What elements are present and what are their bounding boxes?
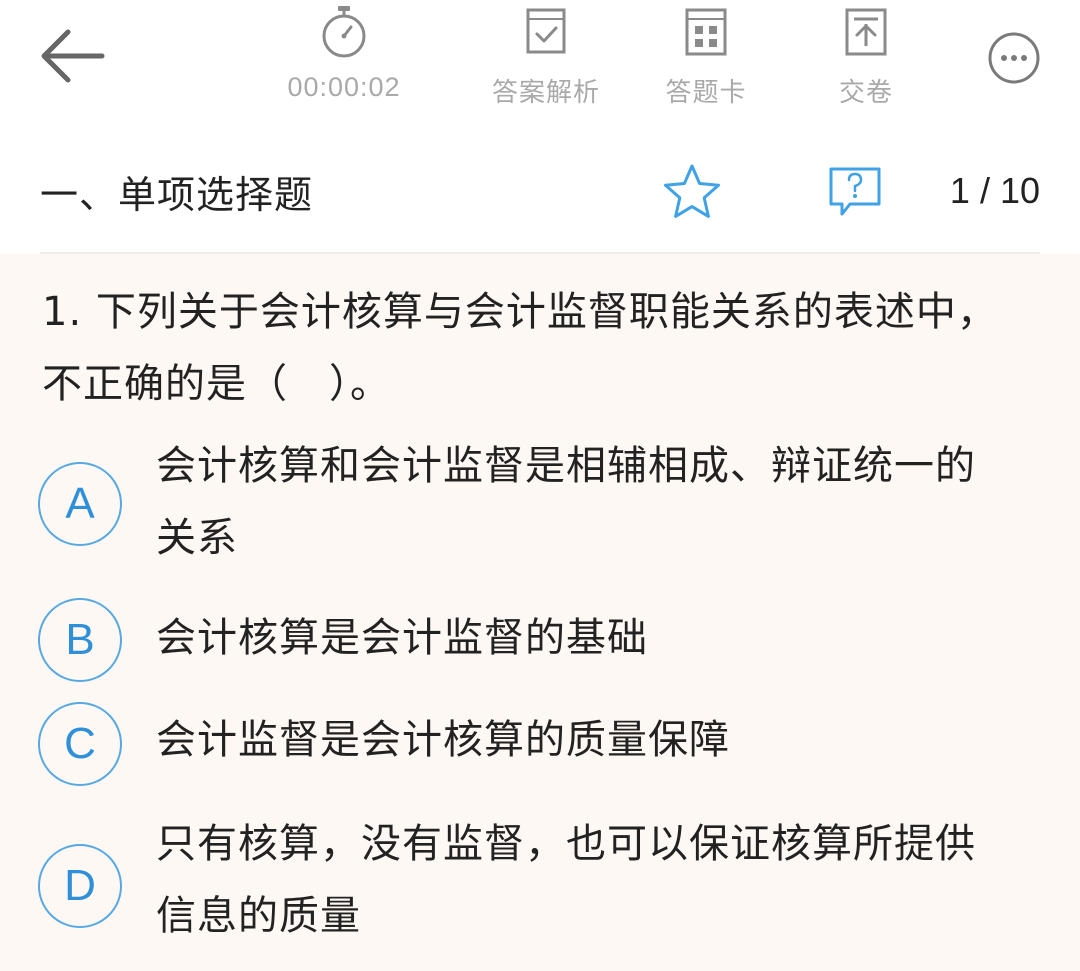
option-d-badge: D <box>38 844 122 928</box>
grid-card-icon <box>685 8 727 56</box>
option-c-text: 会计监督是会计核算的质量保障 <box>156 717 730 763</box>
option-c-badge: C <box>38 702 122 786</box>
back-button[interactable] <box>36 24 108 88</box>
option-a[interactable]: A 会计核算和会计监督是相辅相成、辩证统一的关系 <box>36 430 1046 580</box>
timer-text: 00:00:02 <box>287 72 401 102</box>
option-b-badge: B <box>38 598 122 682</box>
submit-paper-button[interactable]: 交卷 <box>786 4 946 114</box>
favorite-button[interactable] <box>662 162 722 220</box>
option-b-text: 会计核算是会计监督的基础 <box>156 615 648 661</box>
more-options-button[interactable] <box>986 30 1042 86</box>
checklist-icon <box>526 8 566 54</box>
submit-icon <box>845 8 887 56</box>
section-header: 一、单项选择题 1 / 10 <box>0 120 1080 254</box>
option-b[interactable]: B 会计核算是会计监督的基础 <box>36 598 1046 692</box>
more-icon <box>988 32 1040 84</box>
question-area: 1. 下列关于会计核算与会计监督职能关系的表述中，不正确的是（ ）。 A 会计核… <box>0 254 1080 971</box>
option-a-badge: A <box>38 462 122 546</box>
option-d-text: 只有核算，没有监督，也可以保证核算所提供信息的质量 <box>156 821 976 939</box>
option-c[interactable]: C 会计监督是会计核算的质量保障 <box>36 702 1046 794</box>
answer-card-button[interactable]: 答题卡 <box>626 4 786 114</box>
option-a-text: 会计核算和会计监督是相辅相成、辩证统一的关系 <box>156 443 976 561</box>
help-bubble-icon <box>829 167 881 216</box>
answer-analysis-label: 答案解析 <box>491 78 600 108</box>
question-feedback-button[interactable] <box>826 164 884 220</box>
question-stem: 1. 下列关于会计核算与会计监督职能关系的表述中，不正确的是（ ）。 <box>42 289 998 407</box>
submit-paper-label: 交卷 <box>838 78 893 108</box>
stopwatch-icon <box>322 6 366 58</box>
option-d[interactable]: D 只有核算，没有监督，也可以保证核算所提供信息的质量 <box>36 808 1046 958</box>
answer-analysis-button[interactable]: 答案解析 <box>466 4 626 114</box>
top-toolbar: 00:00:02 答案解析 答题卡 交卷 <box>0 0 1080 120</box>
question-counter: 1 / 10 <box>949 170 1040 211</box>
star-icon <box>664 164 720 218</box>
arrow-left-icon <box>41 29 105 83</box>
answer-card-label: 答题卡 <box>665 78 747 108</box>
timer-display: 00:00:02 <box>264 4 424 114</box>
section-title: 一、单项选择题 <box>40 173 314 217</box>
